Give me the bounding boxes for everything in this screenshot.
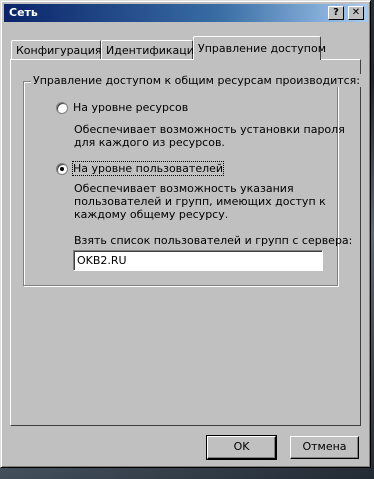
- close-button[interactable]: ✕: [348, 6, 364, 20]
- ok-button[interactable]: OK: [206, 435, 277, 460]
- tab-access-control[interactable]: Управление доступом: [193, 36, 326, 60]
- radio-user-level-label: На уровне пользователей: [71, 161, 225, 176]
- help-button[interactable]: ?: [328, 6, 344, 20]
- cancel-button[interactable]: Отмена: [290, 436, 359, 459]
- desc-line: каждому общему ресурсу.: [74, 208, 229, 221]
- radio-share-level[interactable]: На уровне ресурсов: [56, 101, 188, 114]
- radio-user-level[interactable]: На уровне пользователей: [56, 161, 225, 176]
- desc-line: Обеспечивает возможность установки парол…: [74, 123, 345, 136]
- help-icon: ?: [333, 7, 339, 18]
- user-level-description: Обеспечивает возможность указания пользо…: [74, 182, 326, 221]
- radio-checked-icon: [56, 162, 68, 175]
- tab-configuration[interactable]: Конфигурация: [11, 40, 102, 59]
- share-level-description: Обеспечивает возможность установки парол…: [74, 123, 345, 149]
- close-icon: ✕: [351, 7, 361, 18]
- desc-line: пользователей и групп, имеющих доступ к: [74, 195, 326, 208]
- group-legend: Управление доступом к общим ресурсам про…: [31, 74, 363, 87]
- server-input[interactable]: OKB2.RU: [73, 250, 323, 271]
- tab-identification[interactable]: Идентификация: [101, 40, 201, 59]
- radio-share-level-label: На уровне ресурсов: [73, 101, 189, 114]
- radio-unchecked-icon: [56, 101, 68, 114]
- window-title: Сеть: [9, 6, 38, 19]
- title-bar[interactable]: Сеть ? ✕: [4, 4, 367, 22]
- desc-line: Обеспечивает возможность указания: [74, 182, 294, 195]
- desc-line: для каждого из ресурсов.: [74, 136, 225, 149]
- server-label: Взять список пользователей и групп с сер…: [74, 234, 353, 247]
